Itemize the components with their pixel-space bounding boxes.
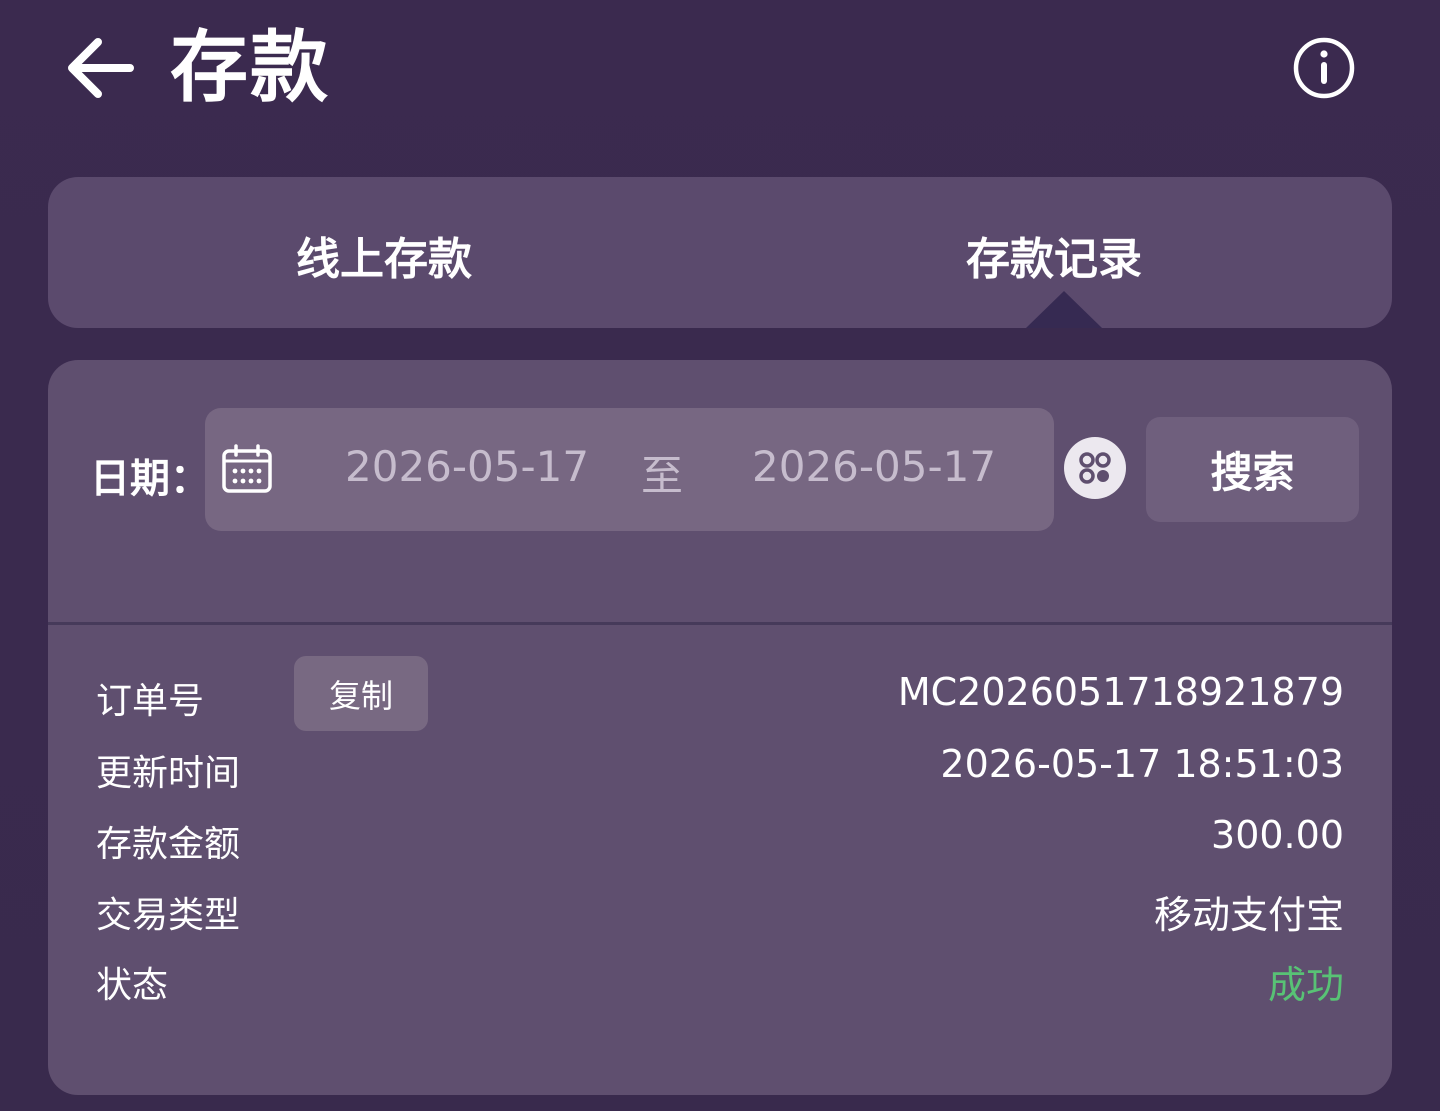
clear-dates-button[interactable] <box>1064 437 1126 499</box>
divider <box>48 622 1392 625</box>
arrow-left-icon <box>68 38 134 98</box>
tab-label: 线上存款 <box>296 234 472 285</box>
header: 存款 <box>0 0 1440 140</box>
back-button[interactable] <box>62 30 138 106</box>
record-row-transaction-type: 交易类型 移动支付宝 <box>96 880 1344 940</box>
status-badge: 成功 <box>1267 963 1344 1007</box>
active-tab-indicator <box>1026 291 1102 328</box>
transaction-type-value: 移动支付宝 <box>1153 893 1344 937</box>
date-separator: 至 <box>641 451 684 500</box>
records-panel: 日期： 2026-05-17 至 2026-05-17 搜索 复制 订单号 MC… <box>48 360 1392 1095</box>
info-circle-icon <box>1293 37 1355 99</box>
calendar-icon <box>222 444 272 493</box>
clear-dates-icon <box>1064 437 1126 499</box>
record-row-status: 状态 成功 <box>96 950 1344 1010</box>
row-label: 交易类型 <box>96 895 241 936</box>
update-time-value: 2026-05-17 18:51:03 <box>940 742 1344 786</box>
tab-online-deposit[interactable]: 线上存款 <box>48 177 720 328</box>
record-row-update-time: 更新时间 2026-05-17 18:51:03 <box>96 738 1344 798</box>
tab-label: 存款记录 <box>966 234 1142 285</box>
end-date[interactable]: 2026-05-17 <box>752 442 996 491</box>
date-label: 日期： <box>90 456 210 502</box>
search-button[interactable]: 搜索 <box>1146 417 1359 522</box>
amount-value: 300.00 <box>1211 813 1344 857</box>
row-label: 更新时间 <box>96 753 241 794</box>
page-title: 存款 <box>170 23 331 113</box>
start-date[interactable]: 2026-05-17 <box>345 442 589 491</box>
order-number-value: MC2026051718921879 <box>897 670 1344 714</box>
record-row-amount: 存款金额 300.00 <box>96 809 1344 869</box>
date-range-picker[interactable]: 2026-05-17 至 2026-05-17 <box>205 408 1054 531</box>
row-label: 订单号 <box>96 681 205 722</box>
row-label: 存款金额 <box>96 824 241 865</box>
info-button[interactable] <box>1292 36 1356 100</box>
row-label: 状态 <box>96 965 169 1006</box>
tab-bar: 线上存款 存款记录 <box>48 177 1392 328</box>
record-row-order-number: 订单号 MC2026051718921879 <box>96 666 1344 726</box>
